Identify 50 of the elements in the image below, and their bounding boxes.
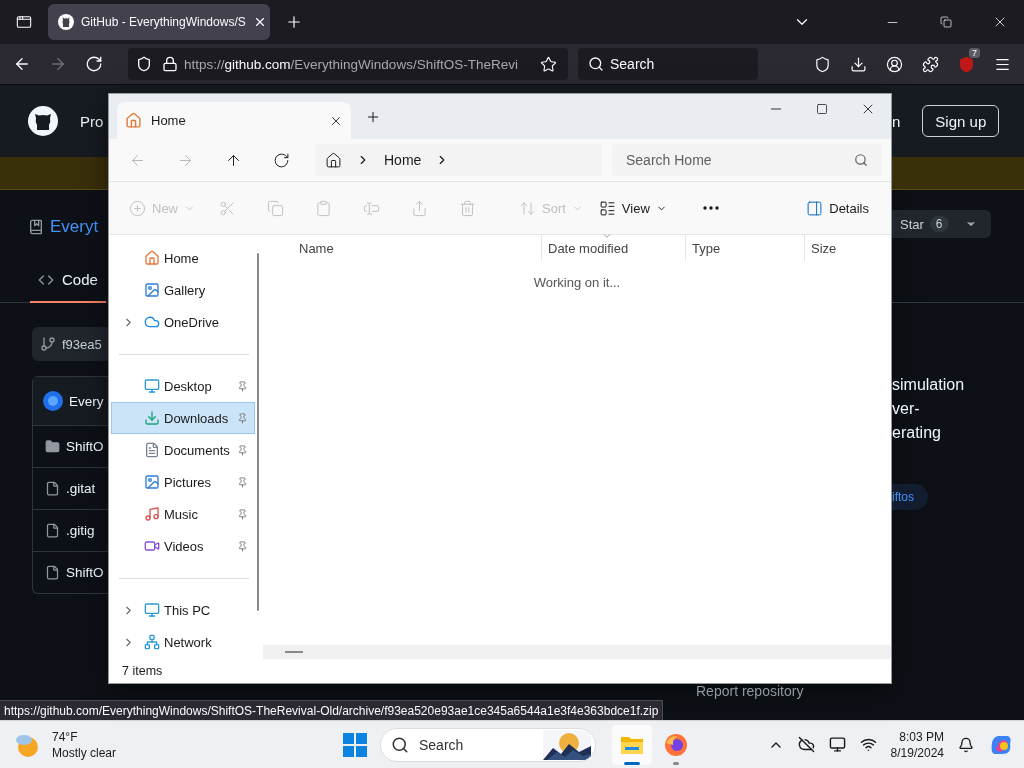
about-text: erating [892, 423, 942, 443]
nav-item[interactable]: Network [111, 626, 255, 658]
nav-item[interactable]: Videos [111, 530, 255, 562]
nav-item[interactable]: Documents [111, 434, 255, 466]
nav-item[interactable]: Desktop [111, 370, 255, 402]
branch-button[interactable]: f93ea5 [32, 327, 108, 361]
nav-item[interactable]: Downloads [111, 402, 255, 434]
nav-item[interactable]: This PC [111, 594, 255, 626]
view-button[interactable]: View [590, 192, 675, 224]
search-field[interactable]: Search Home [612, 144, 882, 176]
clock[interactable]: 8:03 PM 8/19/2024 [890, 728, 944, 761]
details-button[interactable]: Details [798, 192, 877, 224]
repo-tab[interactable]: Code [30, 258, 106, 303]
column-header[interactable]: Size [804, 235, 885, 261]
weather-condition: Mostly clear [52, 744, 116, 761]
sign-up-button[interactable]: Sign up [922, 105, 1000, 137]
nav-item[interactable]: Music [111, 498, 255, 530]
loading-message: Working on it... [533, 275, 621, 290]
address-bar[interactable]: Home [315, 144, 602, 176]
taskbar-search-field[interactable]: Search [380, 727, 596, 762]
sign-in-link[interactable]: n [892, 112, 901, 130]
star-button[interactable]: Star 6 [892, 210, 991, 238]
link-status-url: https://github.com/EverythingWindows/ShiftOS-TheRevival-Old/archive/f93ea520e93ae1ce345a6544a1e3f4e363bdce1f.zip [0, 700, 664, 720]
report-link[interactable]: Report repository [696, 683, 804, 699]
temperature: 74°F [52, 728, 79, 745]
star-count: 6 [929, 216, 949, 232]
repo-name-link[interactable]: Everyt [50, 217, 99, 237]
file-link[interactable]: ShiftO [66, 439, 104, 454]
nav-link[interactable]: Pro [80, 112, 104, 130]
search-field[interactable]: Search [578, 48, 758, 80]
breadcrumb-item[interactable]: Home [384, 152, 422, 168]
nav-item[interactable]: Pictures [111, 466, 255, 498]
about-text: simulation [892, 375, 966, 395]
file-link[interactable]: .gitat [66, 481, 96, 496]
extension-badge: 7 [969, 48, 980, 58]
column-header[interactable]: Name [263, 235, 541, 261]
nav-item[interactable]: OneDrive [111, 306, 255, 338]
file-link[interactable]: ShiftO [66, 565, 104, 580]
nav-item[interactable]: Gallery [111, 274, 255, 306]
browser-tab[interactable]: GitHub - EverythingWindows/S [48, 4, 270, 40]
file-link[interactable]: .gitig [66, 523, 95, 538]
column-header[interactable]: Type [685, 235, 804, 261]
column-header[interactable]: Date modified [541, 235, 685, 261]
item-count: 7 items [122, 664, 163, 678]
explorer-tab[interactable]: Home [117, 102, 351, 139]
about-text: ver- [892, 399, 921, 419]
commit-author: Every [69, 393, 104, 409]
url-field[interactable]: https://github.com/EverythingWindows/ShiftOS-TheRevi [128, 48, 568, 80]
topic-tag[interactable]: iftos [892, 484, 928, 510]
nav-item[interactable]: Home [111, 242, 255, 274]
